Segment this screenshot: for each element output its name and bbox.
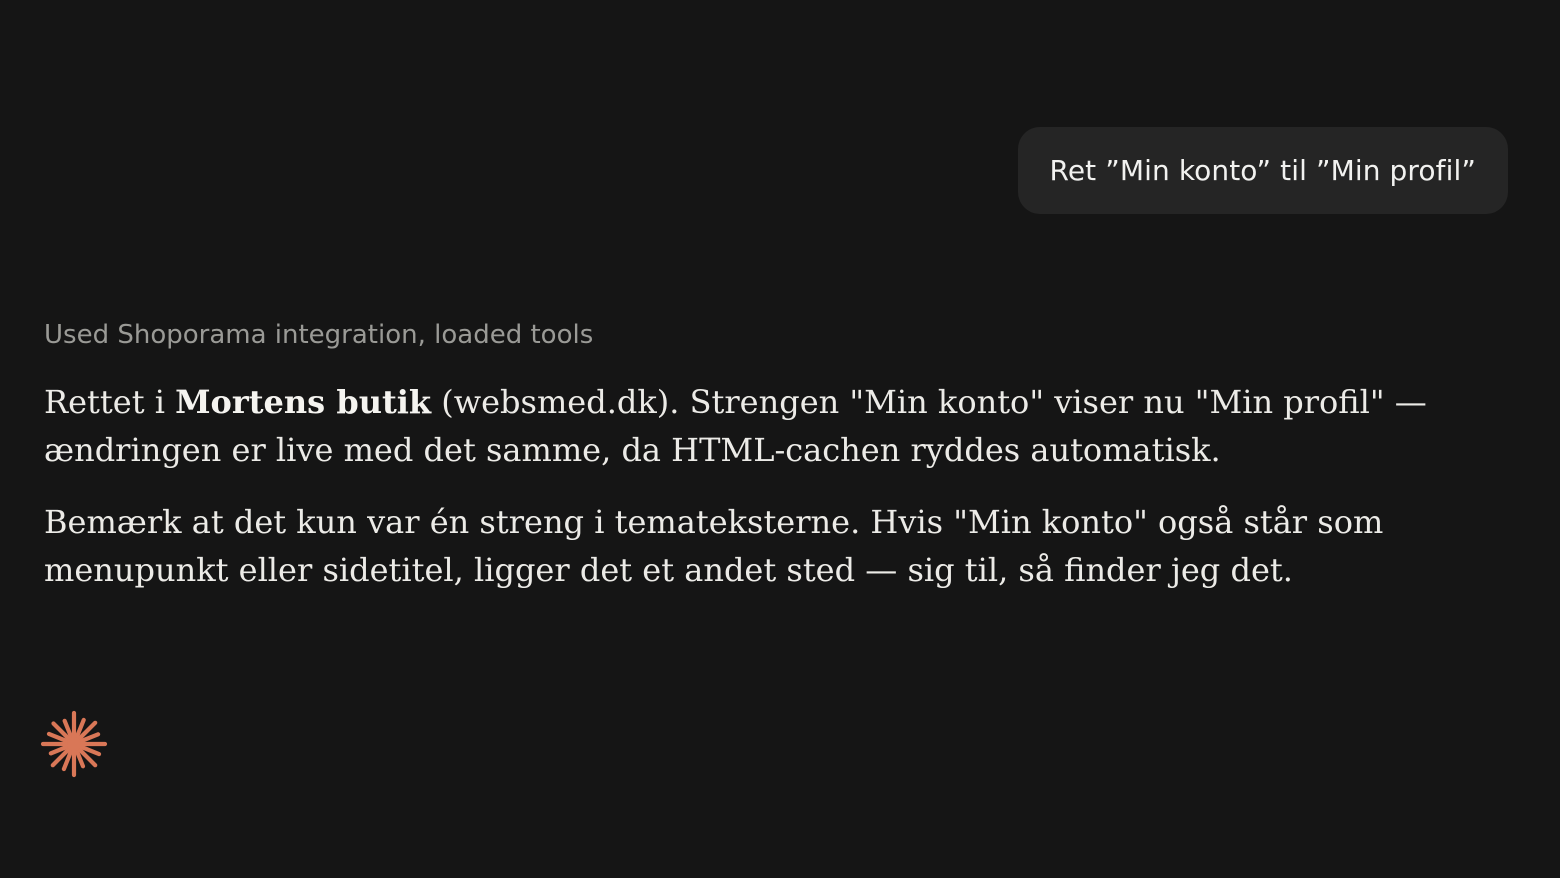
tool-usage-summary[interactable]: Used Shoporama integration, loaded tools bbox=[44, 316, 593, 354]
spark-asterisk-icon bbox=[40, 710, 108, 778]
assistant-paragraph-2: Bemærk at det kun var én streng i temate… bbox=[44, 503, 1384, 589]
shop-name: Mortens butik bbox=[175, 383, 432, 421]
user-message-text: Ret ”Min konto” til ”Min profil” bbox=[1049, 154, 1476, 187]
assistant-message: Used Shoporama integration, loaded tools… bbox=[44, 316, 1444, 594]
chat-view: Ret ”Min konto” til ”Min profil” Used Sh… bbox=[0, 0, 1560, 878]
assistant-paragraph-1: Rettet i Mortens butik (websmed.dk). Str… bbox=[44, 378, 1444, 474]
user-message-bubble: Ret ”Min konto” til ”Min profil” bbox=[1017, 127, 1508, 214]
paragraph-1-prefix: Rettet i bbox=[44, 383, 176, 421]
